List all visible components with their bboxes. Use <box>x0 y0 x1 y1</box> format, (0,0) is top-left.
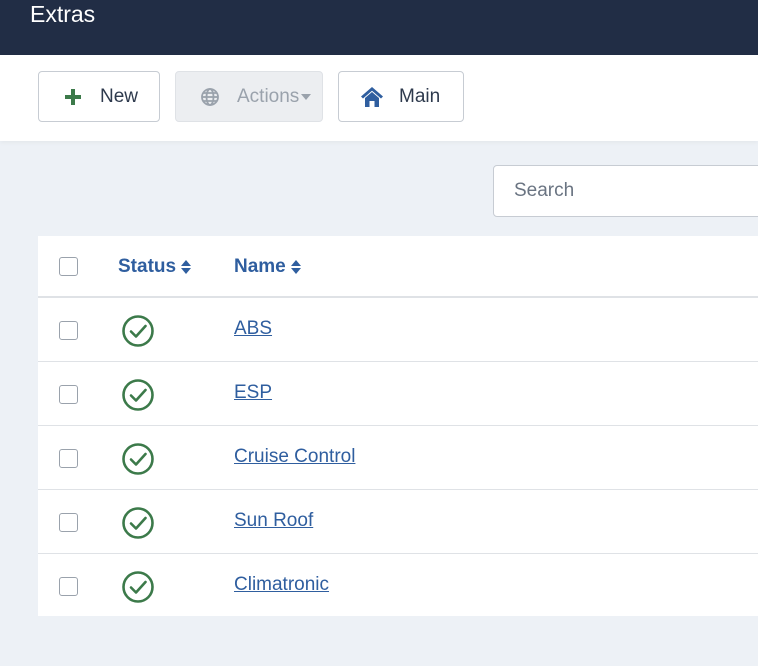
sort-icon <box>290 259 301 275</box>
toolbar: New Actions Main <box>0 55 758 141</box>
table-row: Climatronic <box>38 554 758 618</box>
select-all-checkbox[interactable] <box>59 257 78 276</box>
extras-table: Status Name ABS ESP Cruise Control Sun R… <box>38 236 758 616</box>
new-button[interactable]: New <box>38 71 160 122</box>
row-checkbox[interactable] <box>59 385 78 404</box>
row-name-link[interactable]: Climatronic <box>234 574 329 596</box>
table-row: Sun Roof <box>38 490 758 554</box>
caret-down-icon <box>301 93 312 101</box>
row-checkbox[interactable] <box>59 577 78 596</box>
globe-icon <box>200 87 220 107</box>
check-circle-icon[interactable] <box>121 378 155 412</box>
plus-icon <box>62 86 84 108</box>
row-checkbox[interactable] <box>59 449 78 468</box>
row-name-link[interactable]: Sun Roof <box>234 510 313 532</box>
home-icon <box>360 86 384 108</box>
name-column-header[interactable]: Name <box>234 256 301 278</box>
app-header: Extras <box>0 0 758 55</box>
status-column-label: Status <box>118 256 177 277</box>
main-button[interactable]: Main <box>338 71 464 122</box>
page-title: Extras <box>30 1 96 27</box>
row-checkbox[interactable] <box>59 321 78 340</box>
row-name-link[interactable]: ABS <box>234 318 272 340</box>
row-checkbox[interactable] <box>59 513 78 532</box>
new-button-label: New <box>100 85 139 107</box>
check-circle-icon[interactable] <box>121 570 155 604</box>
main-button-label: Main <box>399 85 441 107</box>
check-circle-icon[interactable] <box>121 442 155 476</box>
row-name-link[interactable]: ESP <box>234 382 272 404</box>
search-input[interactable] <box>493 165 758 217</box>
table-row: Cruise Control <box>38 426 758 490</box>
check-circle-icon[interactable] <box>121 506 155 540</box>
sort-icon <box>181 259 192 275</box>
table-header: Status Name <box>38 236 758 298</box>
name-column-label: Name <box>234 256 286 277</box>
table-row: ABS <box>38 298 758 362</box>
check-circle-icon[interactable] <box>121 314 155 348</box>
status-column-header[interactable]: Status <box>118 256 192 278</box>
actions-button-label: Actions <box>237 85 300 107</box>
table-row: ESP <box>38 362 758 426</box>
actions-button[interactable]: Actions <box>175 71 323 122</box>
row-name-link[interactable]: Cruise Control <box>234 446 355 468</box>
